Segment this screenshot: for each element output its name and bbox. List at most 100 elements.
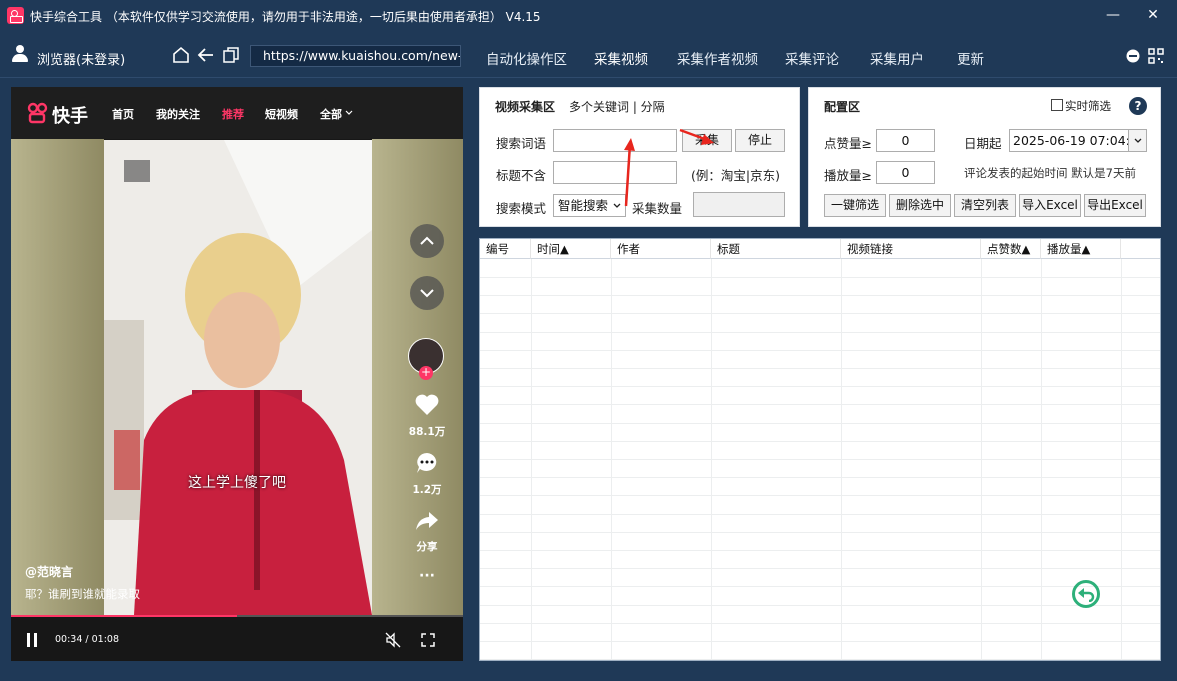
plays-min-input[interactable]: 0 [876,161,935,184]
minimize-button[interactable]: — [1101,4,1125,26]
clear-list-button[interactable]: 清空列表 [954,194,1016,217]
like-count: 88.1万 [408,426,446,438]
kuaishou-brand: 快手 [52,106,88,127]
realtime-label[interactable]: 实时筛选 [1065,98,1111,114]
chevron-down-icon [1134,138,1142,143]
kuaishou-header: 快手 首页 我的关注 推荐 短视频 全部 [11,87,463,139]
likes-min-input[interactable]: 0 [876,129,935,152]
video-time: 00:34 / 01:08 [55,634,119,645]
filter-button[interactable]: 一键筛选 [824,194,886,217]
share-label: 分享 [416,541,438,553]
close-button[interactable]: ✕ [1141,4,1165,26]
comment-count: 1.2万 [412,484,442,496]
prev-video-button[interactable] [410,224,444,258]
tab-collect-author-video[interactable]: 采集作者视频 [677,48,758,68]
date-dropdown-button[interactable] [1128,130,1146,151]
table-row [480,295,1160,297]
follow-plus-icon[interactable]: + [419,366,433,380]
embedded-browser[interactable]: 快手 首页 我的关注 推荐 短视频 全部 这上学上傻了吧 + 88.1万 1.2… [11,87,463,661]
share-icon[interactable] [415,510,439,532]
back-arrow-icon[interactable] [197,46,215,64]
date-picker[interactable]: 2025-06-19 07:04:2 [1009,129,1147,152]
collect-panel: 视频采集区 多个关键词 | 分隔 搜索词语 采集 停止 标题不含 (例：淘宝|京… [479,87,800,227]
table-row [480,659,1160,660]
tab-collect-comments[interactable]: 采集评论 [785,48,839,68]
table-row [480,641,1160,642]
table-row [480,422,1160,424]
delete-selected-button[interactable]: 删除选中 [889,194,951,217]
video-blur-left [11,139,104,617]
table-row [480,604,1160,606]
red-arrow-annotation [624,128,714,207]
nav-bar: 浏览器(未登录) https://www.kuaishou.com/new-r … [0,32,1177,104]
video-author[interactable]: @范晓言 [25,563,73,580]
table-row [480,404,1160,406]
chevron-down-icon[interactable] [345,110,353,116]
comment-icon[interactable] [415,451,439,475]
url-input[interactable]: https://www.kuaishou.com/new-r [250,45,461,67]
table-column-line [611,259,612,660]
column-header-plays[interactable]: 播放量▲ [1041,239,1121,259]
tab-collect-users[interactable]: 采集用户 [870,48,924,68]
title-bar: 快手综合工具 （本软件仅供学习交流使用，请勿用于非法用途，一切后果由使用者承担）… [0,0,1177,32]
return-icon[interactable] [1072,580,1100,608]
table-column-line [1041,259,1042,660]
fullscreen-icon[interactable] [421,633,435,647]
ks-nav-following[interactable]: 我的关注 [156,106,200,122]
chevron-down-icon [420,289,434,298]
ks-nav-short-video[interactable]: 短视频 [265,106,298,122]
config-panel: 配置区 实时筛选 ? 点赞量≥ 0 日期起 2025-06-19 07:04:2… [808,87,1161,227]
table-row [480,349,1160,351]
next-video-button[interactable] [410,276,444,310]
tab-collect-video[interactable]: 采集视频 [594,48,648,68]
table-column-line [841,259,842,660]
more-icon[interactable]: ··· [405,568,449,584]
column-header-title[interactable]: 标题 [711,239,841,259]
user-icon[interactable] [12,45,28,62]
realtime-checkbox[interactable] [1051,99,1063,111]
help-icon[interactable]: ? [1129,97,1147,115]
mute-icon[interactable] [385,632,401,648]
column-header-filler [1121,239,1160,259]
table-row [480,459,1160,460]
import-excel-button[interactable]: 导入Excel [1019,194,1081,217]
video-subtitle: 这上学上傻了吧 [188,475,286,491]
video-progress-bar[interactable] [11,615,463,617]
config-section-title: 配置区 [824,100,861,114]
table-row [480,513,1160,515]
qrcode-icon[interactable] [1148,48,1164,64]
results-table[interactable]: 编号 时间▲ 作者 标题 视频链接 点赞数▲ 播放量▲ [479,238,1161,661]
table-row [480,586,1160,588]
table-row [480,531,1160,533]
column-header-video-link[interactable]: 视频链接 [841,239,981,259]
home-icon[interactable] [172,46,190,64]
tab-automation[interactable]: 自动化操作区 [486,48,567,68]
return-arrow-icon [1078,588,1095,602]
plays-label: 播放量≥ [824,168,872,183]
video-player[interactable] [104,140,372,615]
video-caption: 耶？谁刷到谁就能录取 [25,587,140,601]
table-column-line [711,259,712,660]
ks-nav-all[interactable]: 全部 [320,106,342,122]
likes-label: 点赞量≥ [824,136,872,151]
table-row [480,622,1160,624]
ks-nav-recommend[interactable]: 推荐 [222,106,244,122]
user-login-status[interactable]: 浏览器(未登录) [37,49,125,68]
tab-update[interactable]: 更新 [957,48,984,68]
copy-icon[interactable] [222,46,240,64]
table-row [480,277,1160,278]
column-header-id[interactable]: 编号 [480,239,531,259]
column-header-time[interactable]: 时间▲ [531,239,611,259]
column-header-likes[interactable]: 点赞数▲ [981,239,1041,259]
table-column-line [981,259,982,660]
window-title: 快手综合工具 （本软件仅供学习交流使用，请勿用于非法用途，一切后果由使用者承担）… [30,10,541,24]
table-row [480,477,1160,479]
table-column-line [1121,259,1122,660]
export-excel-button[interactable]: 导出Excel [1084,194,1146,217]
column-header-author[interactable]: 作者 [611,239,711,259]
ks-nav-home[interactable]: 首页 [112,106,134,122]
heart-icon[interactable] [414,393,440,417]
minus-circle-icon[interactable] [1126,49,1140,63]
pause-icon[interactable] [26,633,38,647]
table-row [480,440,1160,442]
